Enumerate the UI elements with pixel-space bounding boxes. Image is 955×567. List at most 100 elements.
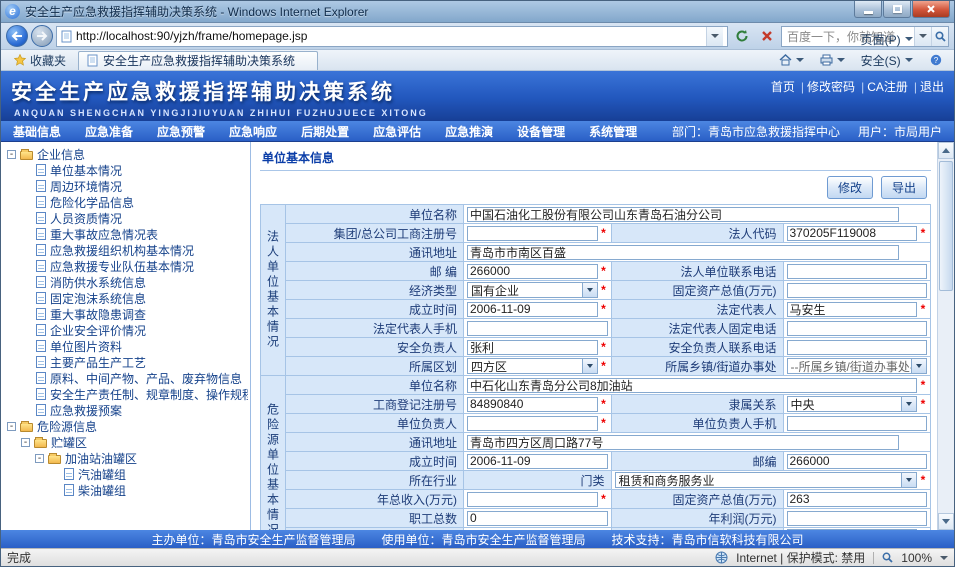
nav-item[interactable]: 基础信息 <box>13 123 61 140</box>
scrollbar-thumb[interactable] <box>939 161 953 291</box>
fixed-assets-input[interactable] <box>787 283 928 298</box>
business-regno-input[interactable] <box>467 397 598 412</box>
tree-item[interactable]: 汽油罐组 <box>3 466 248 482</box>
legal-rep-mobile-input[interactable] <box>467 321 608 336</box>
modify-button[interactable]: 修改 <box>827 176 873 199</box>
scroll-up-button[interactable] <box>938 142 954 159</box>
department-text: 部门：青岛市应急救援指挥中心 <box>672 123 840 140</box>
tree-item[interactable]: - 贮罐区 <box>3 434 248 450</box>
field-label: 通讯地址 <box>286 433 464 452</box>
vertical-scrollbar[interactable] <box>937 142 954 530</box>
forward-button[interactable] <box>31 25 53 47</box>
tree-item[interactable]: 应急救援组织机构基本情况 <box>3 242 248 258</box>
tree-item[interactable]: 柴油罐组 <box>3 482 248 498</box>
nav-item[interactable]: 应急响应 <box>229 123 277 140</box>
nav-item[interactable]: 设备管理 <box>517 123 565 140</box>
legal-unit-name-input[interactable] <box>467 207 899 222</box>
legal-address-input[interactable] <box>467 245 899 260</box>
postcode-input[interactable] <box>467 264 598 279</box>
tree-node-label: 主要产品生产工艺 <box>50 354 146 370</box>
tree-item[interactable]: 周边环境情况 <box>3 178 248 194</box>
unit-head-input[interactable] <box>467 416 598 431</box>
nav-item[interactable]: 应急预警 <box>157 123 205 140</box>
tree-item[interactable]: 重大事故隐患调查 <box>3 306 248 322</box>
tree-item[interactable]: 消防供水系统信息 <box>3 274 248 290</box>
tree-expander-icon[interactable]: - <box>35 454 44 463</box>
economic-type-select[interactable]: 国有企业 <box>467 282 598 298</box>
safety-officer-phone-input[interactable] <box>787 340 928 355</box>
township-select[interactable]: --所属乡镇/街道办事处-- <box>787 358 928 374</box>
nav-item[interactable]: 应急推演 <box>445 123 493 140</box>
zoom-dropdown-icon[interactable] <box>940 556 948 560</box>
tree-expander-icon[interactable]: - <box>7 150 16 159</box>
scrollbar-track[interactable] <box>938 159 954 513</box>
header-link[interactable]: 退出 <box>908 78 944 95</box>
founding-date-input[interactable] <box>467 302 598 317</box>
district-select[interactable]: 四方区 <box>467 358 598 374</box>
nav-item[interactable]: 应急评估 <box>373 123 421 140</box>
zoom-level[interactable]: 100% <box>901 551 932 565</box>
hazard-address-input[interactable] <box>467 435 899 450</box>
tree-item[interactable]: 应急救援预案 <box>3 402 248 418</box>
tree-node-label: 安全生产责任制、规章制度、操作规程信息 <box>50 386 248 402</box>
scroll-down-button[interactable] <box>938 513 954 530</box>
industry-category-select[interactable]: 租赁和商务服务业 <box>615 472 918 488</box>
minimize-button[interactable] <box>854 1 882 18</box>
refresh-button[interactable] <box>731 26 753 47</box>
nav-item[interactable]: 系统管理 <box>589 123 637 140</box>
tree-expander-icon[interactable]: - <box>21 438 30 447</box>
legal-rep-tel-input[interactable] <box>787 321 928 336</box>
safety-officer-input[interactable] <box>467 340 598 355</box>
affiliation-select[interactable]: 中央 <box>787 396 918 412</box>
field-label: 法人代码 <box>612 224 784 243</box>
tree-item[interactable]: - 危险源信息 <box>3 418 248 434</box>
annual-profit-input[interactable] <box>787 511 928 526</box>
tree-item[interactable]: - 加油站油罐区 <box>3 450 248 466</box>
hazard-postcode-input[interactable] <box>787 454 928 469</box>
header-link[interactable]: 首页 <box>771 78 795 95</box>
hazard-founding-date-input[interactable] <box>467 454 608 469</box>
back-button[interactable] <box>6 25 28 47</box>
tree-expander-icon[interactable]: - <box>7 422 16 431</box>
command-menu-item[interactable]: 页面(P) <box>854 29 921 50</box>
tree-item[interactable]: - 企业信息 <box>3 146 248 162</box>
nav-item[interactable]: 应急准备 <box>85 123 133 140</box>
tree-item[interactable]: 原料、中间产物、产品、废弃物信息 <box>3 370 248 386</box>
tree-item[interactable]: 危险化学品信息 <box>3 194 248 210</box>
select-value: --所属乡镇/街道办事处-- <box>788 358 912 375</box>
tree-item[interactable]: 单位图片资料 <box>3 338 248 354</box>
export-button[interactable]: 导出 <box>881 176 927 199</box>
tree-node-icon <box>36 292 46 304</box>
staff-count-input[interactable] <box>467 511 608 526</box>
header-link[interactable]: CA注册 <box>855 78 908 95</box>
browser-tab[interactable]: 安全生产应急救援指挥辅助决策系统 <box>78 51 318 70</box>
tree-item[interactable]: 重大事故应急情况表 <box>3 226 248 242</box>
field-cell <box>784 319 932 338</box>
unit-head-mobile-input[interactable] <box>787 416 928 431</box>
address-field[interactable]: http://localhost:90/yjzh/frame/homepage.… <box>56 26 728 47</box>
annual-income-input[interactable] <box>467 492 598 507</box>
print-button[interactable] <box>813 52 852 68</box>
maximize-button[interactable] <box>883 1 911 18</box>
tree-item[interactable]: 单位基本情况 <box>3 162 248 178</box>
tree-item[interactable]: 人员资质情况 <box>3 210 248 226</box>
close-button[interactable] <box>912 1 950 18</box>
legal-phone-input[interactable] <box>787 264 928 279</box>
nav-item[interactable]: 后期处置 <box>301 123 349 140</box>
tree-item[interactable]: 安全生产责任制、规章制度、操作规程信息 <box>3 386 248 402</box>
command-menu-item[interactable]: 安全(S) <box>854 50 921 71</box>
tree-item[interactable]: 主要产品生产工艺 <box>3 354 248 370</box>
home-button[interactable] <box>772 52 811 68</box>
group-regno-input[interactable] <box>467 226 598 241</box>
help-button[interactable]: ? <box>923 52 949 68</box>
legal-rep-input[interactable] <box>787 302 918 317</box>
header-link[interactable]: 修改密码 <box>795 78 855 95</box>
tree-item[interactable]: 应急救援专业队伍基本情况 <box>3 258 248 274</box>
tree-item[interactable]: 企业安全评价情况 <box>3 322 248 338</box>
hazard-unit-name-input[interactable] <box>467 378 917 393</box>
favorites-button[interactable]: 收藏夹 <box>6 50 74 71</box>
address-dropdown-button[interactable] <box>706 27 723 46</box>
hazard-fixed-assets-input[interactable] <box>787 492 928 507</box>
tree-item[interactable]: 固定泡沫系统信息 <box>3 290 248 306</box>
legal-code-input[interactable] <box>787 226 918 241</box>
